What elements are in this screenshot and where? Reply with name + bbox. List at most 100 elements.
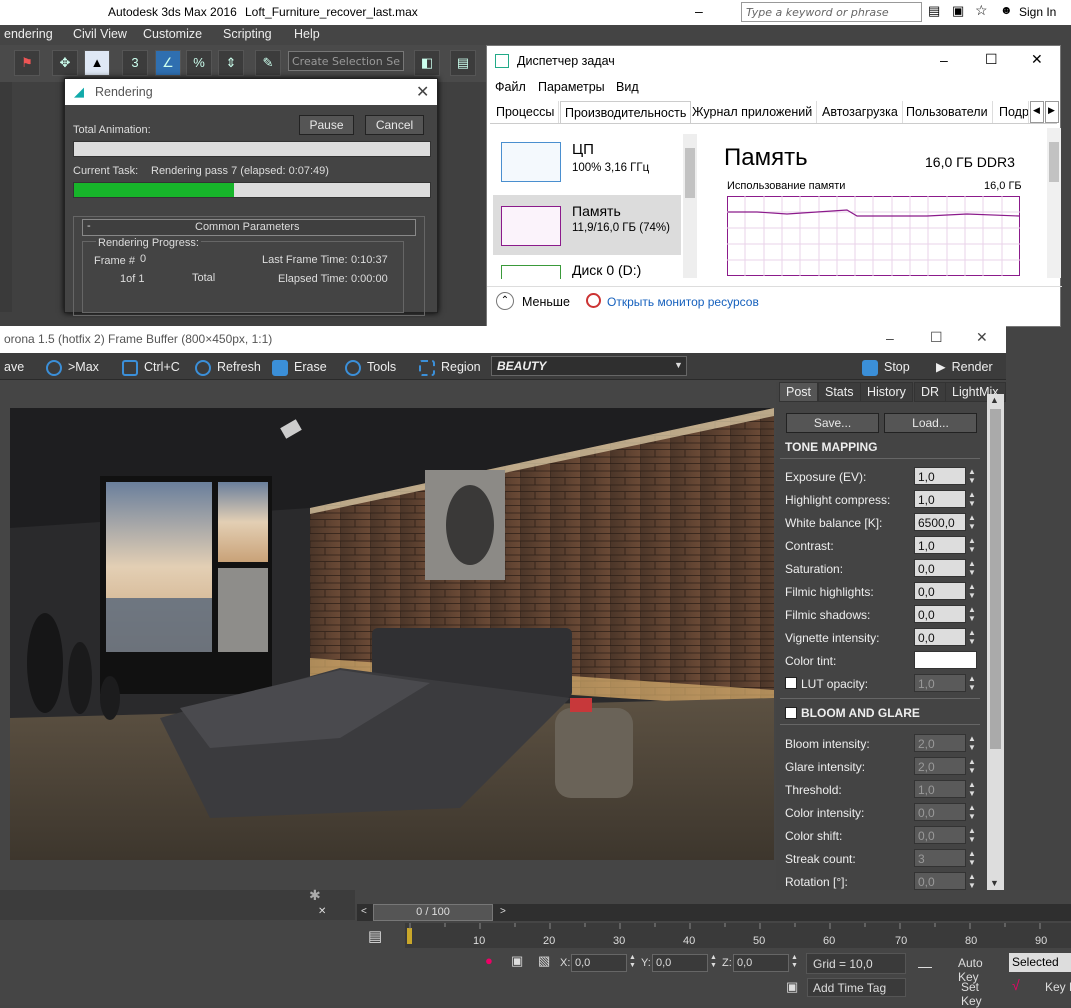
lut-spinner-icon[interactable]: ▲ ▼ (968, 674, 976, 692)
to-max-button[interactable]: >Max (46, 357, 99, 377)
move-icon[interactable]: ✥ (52, 50, 78, 76)
close-icon[interactable]: ✕ (416, 82, 429, 102)
z-spinner-icon[interactable]: ▲ ▼ (791, 954, 798, 970)
x-spinner-icon[interactable]: ▲ ▼ (629, 954, 636, 970)
spinner-icon[interactable]: ▲ ▼ (968, 467, 976, 485)
curve-editor-icon[interactable]: ▤ (368, 927, 382, 945)
render-button[interactable]: ▶ Render (936, 357, 993, 377)
panel-scroll-thumb[interactable] (990, 409, 1001, 749)
z-field[interactable]: 0,0 (733, 954, 789, 972)
spinner-icon[interactable]: ▲ ▼ (968, 872, 976, 890)
spinner-icon[interactable]: ▲ ▼ (968, 559, 976, 577)
lut-checkbox[interactable] (785, 677, 797, 689)
region-button[interactable]: Region (419, 357, 481, 377)
menu-customize[interactable]: Customize (143, 27, 202, 41)
minimize-icon[interactable]: – (886, 330, 894, 346)
scroll-down-icon[interactable]: ▼ (990, 878, 999, 888)
channel-dropdown[interactable]: BEAUTY ▼ (491, 356, 687, 376)
spinner-snap-icon[interactable]: ⇕ (218, 50, 244, 76)
tab-scroll-left-icon[interactable]: ◀ (1030, 101, 1044, 123)
align-icon[interactable]: ▤ (450, 50, 476, 76)
select-object-icon[interactable]: ▲ (84, 50, 110, 76)
angle-snap-icon[interactable]: ∠ (155, 50, 181, 76)
refresh-button[interactable]: Refresh (195, 357, 261, 377)
maximize-icon[interactable]: ☐ (930, 329, 943, 346)
scroll-up-icon[interactable]: ▲ (990, 395, 999, 405)
param-field[interactable]: 0,0 (914, 582, 966, 600)
resource-monitor-link[interactable]: Открыть монитор ресурсов (607, 295, 759, 309)
next-frame-icon[interactable]: > (500, 906, 506, 917)
post-save-button[interactable]: Save... (786, 413, 879, 433)
param-field[interactable]: 1,0 (914, 490, 966, 508)
common-params-header[interactable]: - Common Parameters (82, 219, 416, 236)
key-curve-icon[interactable]: √ (1012, 977, 1020, 993)
spinner-icon[interactable]: ▲ ▼ (968, 582, 976, 600)
key-filters-button[interactable]: Key F (1042, 978, 1071, 998)
stop-button[interactable]: Stop (862, 357, 910, 377)
select-link-icon[interactable]: ⚑ (14, 50, 40, 76)
sidebar-scrollbar[interactable] (683, 134, 697, 278)
param-field[interactable]: 0,0 (914, 872, 966, 890)
x-field[interactable]: 0,0 (571, 954, 627, 972)
collapse-up-icon[interactable]: ⌃ (496, 292, 514, 310)
save-button[interactable]: ave (4, 357, 24, 377)
tab-stats[interactable]: Stats (818, 382, 861, 402)
perf-item-disk[interactable]: Диск 0 (D:) (493, 257, 681, 279)
lock-icon[interactable]: ▣ (511, 953, 523, 969)
auto-key-button[interactable]: Auto Key (956, 954, 1006, 984)
time-slider-thumb[interactable]: 0 / 100 (373, 904, 493, 921)
menu-help[interactable]: Help (294, 27, 320, 41)
fewer-details-link[interactable]: Меньше (522, 295, 570, 309)
param-field[interactable]: 0,0 (914, 803, 966, 821)
spinner-icon[interactable]: ▲ ▼ (968, 605, 976, 623)
key-icon[interactable]: ⎯⎯ (918, 958, 932, 975)
menu-rendering[interactable]: endering (4, 27, 53, 41)
param-field[interactable]: 1,0 (914, 536, 966, 554)
edit-named-sel-icon[interactable]: ✎ (255, 50, 281, 76)
close-icon[interactable]: ✕ (1031, 51, 1043, 68)
tools-button[interactable]: Tools (345, 357, 396, 377)
close-small-icon[interactable]: ✕ (318, 906, 326, 917)
spinner-icon[interactable]: ▲ ▼ (968, 849, 976, 867)
param-field[interactable]: 0,0 (914, 605, 966, 623)
search-input[interactable]: Type a keyword or phrase (741, 2, 922, 22)
pause-button[interactable]: Pause (299, 115, 354, 135)
y-field[interactable]: 0,0 (652, 954, 708, 972)
spinner-icon[interactable]: ▲ ▼ (968, 757, 976, 775)
param-field[interactable]: 3 (914, 849, 966, 867)
subscription-icon[interactable]: ▣ (952, 3, 964, 19)
perf-item-cpu[interactable]: ЦП 100% 3,16 ГГц (493, 136, 681, 196)
tab-history[interactable]: History (860, 382, 913, 402)
sign-in-link[interactable]: Sign In (1019, 5, 1056, 19)
set-key-button[interactable]: Set Key (958, 978, 1004, 1008)
selection-set-dropdown[interactable]: Create Selection Se (288, 51, 404, 71)
param-field[interactable]: 0,0 (914, 628, 966, 646)
param-field[interactable]: 1,0 (914, 467, 966, 485)
param-field[interactable]: 0,0 (914, 826, 966, 844)
star-icon[interactable]: ☆ (975, 2, 988, 19)
erase-button[interactable]: Erase (272, 357, 327, 377)
track-bar[interactable]: 10 20 30 40 50 60 70 80 90 (405, 923, 1071, 948)
minimize-icon[interactable]: – (695, 3, 703, 19)
tab-performance[interactable]: Производительность (560, 101, 692, 123)
tab-details[interactable]: Подр (995, 101, 1029, 123)
key-set-dropdown[interactable]: Selected (1009, 953, 1071, 972)
time-tag-icon[interactable]: ▣ (786, 979, 798, 995)
tm-menu-file[interactable]: Файл (495, 80, 526, 94)
copy-button[interactable]: Ctrl+C (122, 357, 180, 377)
param-field[interactable]: 6500,0 (914, 513, 966, 531)
absolute-mode-icon[interactable]: ▧ (538, 953, 550, 969)
tab-processes[interactable]: Процессы (492, 101, 560, 123)
prev-frame-icon[interactable]: < (361, 906, 367, 917)
mirror-icon[interactable]: ◧ (414, 50, 440, 76)
param-field[interactable]: 2,0 (914, 757, 966, 775)
post-load-button[interactable]: Load... (884, 413, 977, 433)
cancel-button[interactable]: Cancel (365, 115, 424, 135)
percent-snap-icon[interactable]: % (186, 50, 212, 76)
spinner-icon[interactable]: ▲ ▼ (968, 628, 976, 646)
y-spinner-icon[interactable]: ▲ ▼ (710, 954, 717, 970)
tm-menu-view[interactable]: Вид (616, 80, 639, 94)
tab-dr[interactable]: DR (914, 382, 947, 402)
maximize-icon[interactable]: ☐ (985, 51, 998, 68)
minimize-icon[interactable]: – (940, 52, 948, 68)
